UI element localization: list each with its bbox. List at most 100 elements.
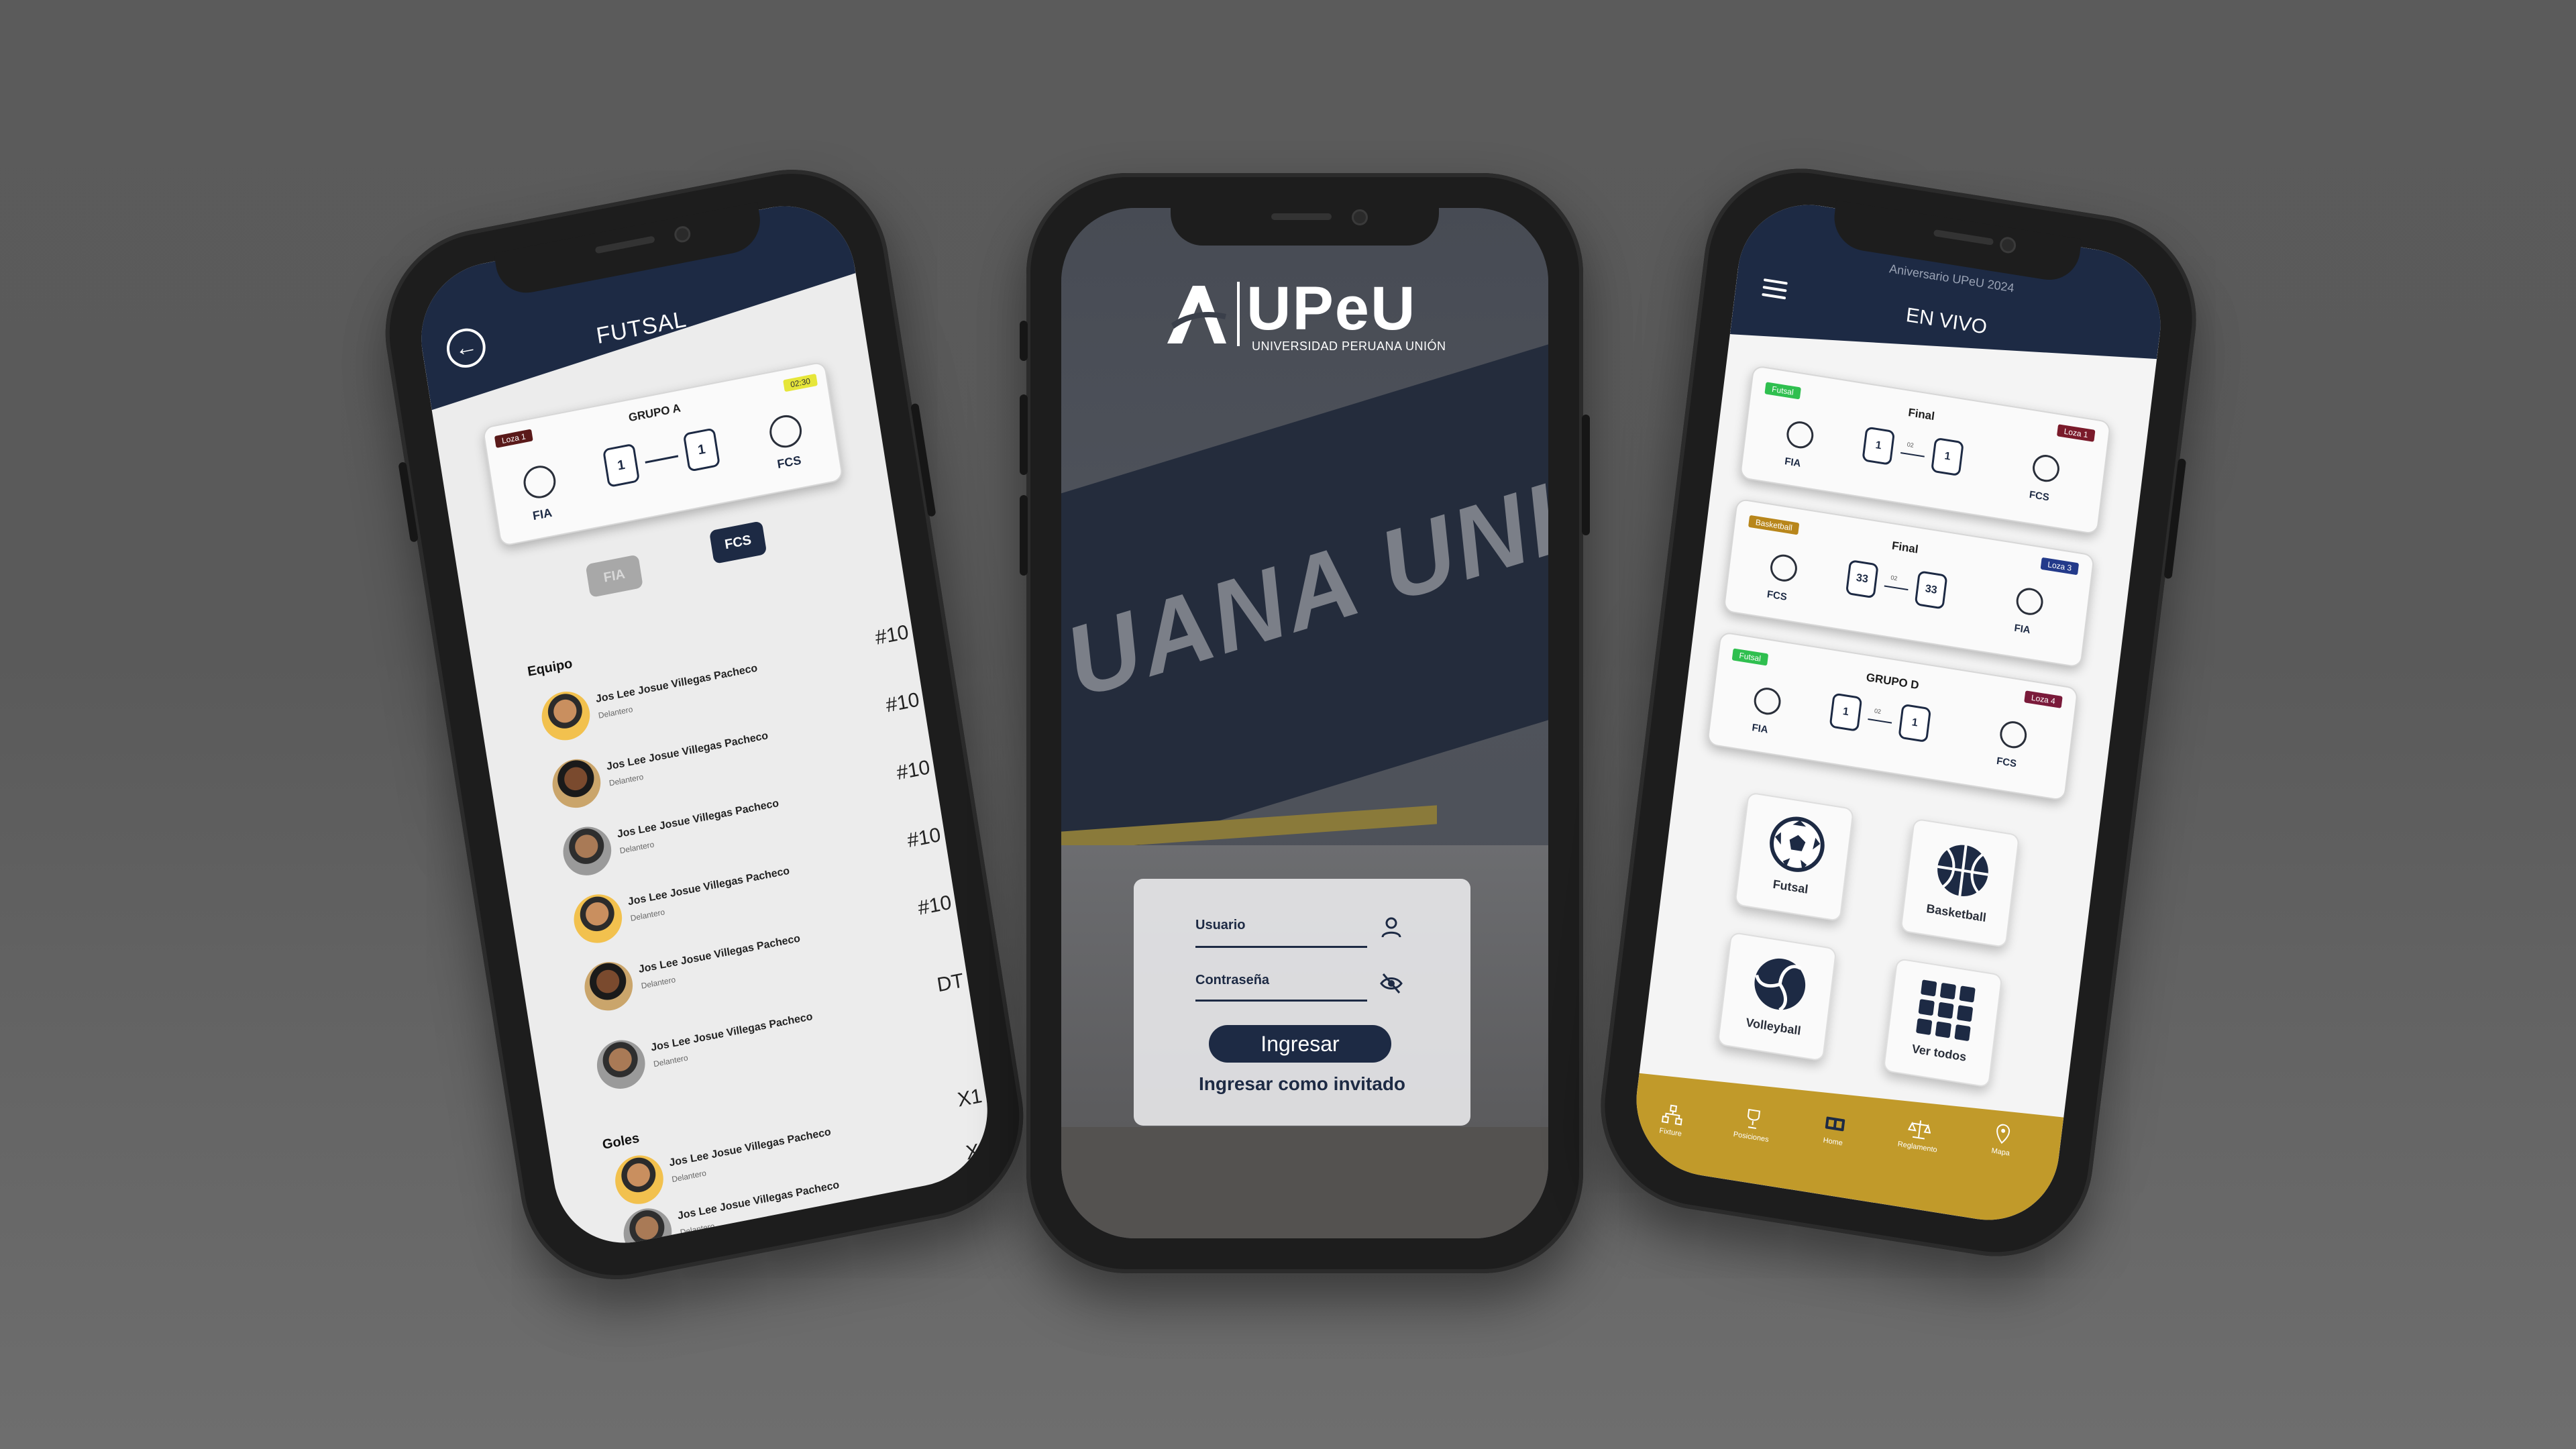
player-number: #10 [884,688,921,717]
password-label: Contraseña [1195,973,1270,987]
score-away: 1 [1898,703,1932,743]
time-badge: 02:30 [783,373,818,392]
avatar [581,957,637,1015]
nav-positions[interactable]: Posiciones [1721,1103,1784,1146]
score-home: 33 [1845,559,1879,599]
team-logo-home [521,463,558,501]
phone-live: Aniversario UPeU 2024 EN VIVO Futsal Loz… [1589,154,2208,1271]
bracket-icon [1660,1102,1686,1128]
live-screen: Aniversario UPeU 2024 EN VIVO Futsal Loz… [1628,194,2169,1231]
match-stage: GRUPO D [1865,670,1920,692]
avatar [549,755,604,812]
power-button [2163,458,2187,580]
player-name: Jos Lee Josue Villegas Pacheco [668,1126,832,1169]
player-role: Delantero [671,1168,707,1185]
sport-badge: Futsal [1764,382,1801,400]
match-stage: Final [1891,539,1919,556]
sport-tile-basketball[interactable]: Basketball [1900,818,2021,949]
court-badge: Loza 1 [2056,424,2096,442]
team-name-away: FIA [2013,622,2031,637]
scales-icon [1907,1116,1933,1142]
avatar [620,1204,676,1256]
match-time: 02 [1874,707,1882,715]
scoreboard-icon [1823,1111,1848,1137]
team-name-away: FCS [1996,755,2017,770]
sport-label: Volleyball [1745,1015,1802,1038]
volume-button [398,461,419,543]
score-away: 1 [682,427,721,472]
player-role: Delantero [597,704,634,720]
sport-label: Futsal [1772,877,1809,896]
trophy-icon [1741,1106,1766,1132]
player-name: Jos Lee Josue Villegas Pacheco [594,662,759,706]
player-role: Delantero [619,839,655,856]
login-screen: UANA UNIÓN UPeU UNIVERSIDAD PERUANA UNIÓ… [1061,208,1548,1238]
team-logo-home [1768,552,1799,584]
username-field[interactable] [1195,946,1367,948]
score-separator [1868,718,1892,724]
team-name-away: FCS [776,453,802,472]
team-name-away: FCS [2028,488,2050,504]
team-logo-away [2031,453,2061,484]
tab-fia[interactable]: FIA [585,554,643,598]
player-number: #10 [895,756,932,785]
sport-label: Basketball [1925,902,1987,924]
ground [1061,1127,1548,1238]
nav-fixture[interactable]: Fixture [1640,1098,1704,1141]
logo-divider [1237,282,1240,346]
team-logo-home [1785,419,1815,451]
score-home: 1 [602,443,641,488]
nav-label: Mapa [1990,1146,2010,1158]
nav-label: Home [1823,1136,1843,1148]
player-role: Delantero [629,907,666,924]
score-separator [1884,585,1909,591]
phone-login: UANA UNIÓN UPeU UNIVERSIDAD PERUANA UNIÓ… [1020,173,1590,1273]
username-label: Usuario [1195,918,1246,932]
user-icon [1381,917,1401,938]
volleyball-icon [1754,958,1806,1012]
match-time: 02 [1890,574,1898,582]
map-pin-icon [1990,1121,2016,1147]
nav-label: Reglamento [1897,1140,1938,1155]
player-role: Delantero [640,975,677,991]
login-form: Usuario Contraseña Ingresar Ingresar com… [1134,879,1470,1126]
password-field[interactable] [1195,1000,1367,1002]
player-name: Jos Lee Josue Villegas Pacheco [637,932,802,976]
eye-off-icon[interactable] [1379,971,1403,996]
player-number: DT [935,969,966,997]
player-number: #10 [906,823,943,853]
player-number: #10 [873,621,910,649]
nav-home[interactable]: Home [1803,1108,1866,1150]
player-name: Jos Lee Josue Villegas Pacheco [627,865,791,908]
team-logo-away [767,412,804,451]
sport-tile-see-all[interactable]: Ver todos [1882,957,2003,1088]
team-logo-away [2015,586,2045,617]
nav-label: Fixture [1658,1126,1682,1138]
basketball-icon [1937,845,1988,896]
nav-map[interactable]: Mapa [1970,1118,2034,1161]
score-home: 1 [1829,692,1863,732]
phone-notch [1171,200,1439,246]
avatar [570,890,626,947]
volume-down-button [1020,495,1028,576]
match-time: 02 [1907,441,1915,449]
player-name: Jos Lee Josue Villegas Pacheco [650,1011,814,1054]
tab-fcs[interactable]: FCS [708,521,767,564]
login-button[interactable]: Ingresar [1209,1025,1391,1063]
sport-tile-futsal[interactable]: Futsal [1734,792,1855,922]
match-group: GRUPO A [627,401,682,425]
nav-label: Posiciones [1733,1130,1770,1144]
player-name: Jos Lee Josue Villegas Pacheco [616,798,780,841]
match-card[interactable]: Loza 1 02:30 GRUPO A FIA 1 1 FCS [482,361,844,547]
sport-badge: Futsal [1731,648,1768,666]
mute-switch [1020,321,1028,361]
upeu-logo-icon [1167,286,1226,343]
sport-tile-volleyball[interactable]: Volleyball [1717,931,1837,1062]
grid-icon [1916,979,1976,1041]
bottom-navigation: Fixture Posiciones Home Reglamento Mapa [1628,1051,2063,1230]
nav-rules[interactable]: Reglamento [1887,1113,1951,1156]
score-away: 1 [1931,437,1964,477]
match-stage: Final [1907,406,1936,423]
power-button [1582,415,1590,535]
guest-login-link[interactable]: Ingresar como invitado [1134,1073,1470,1095]
